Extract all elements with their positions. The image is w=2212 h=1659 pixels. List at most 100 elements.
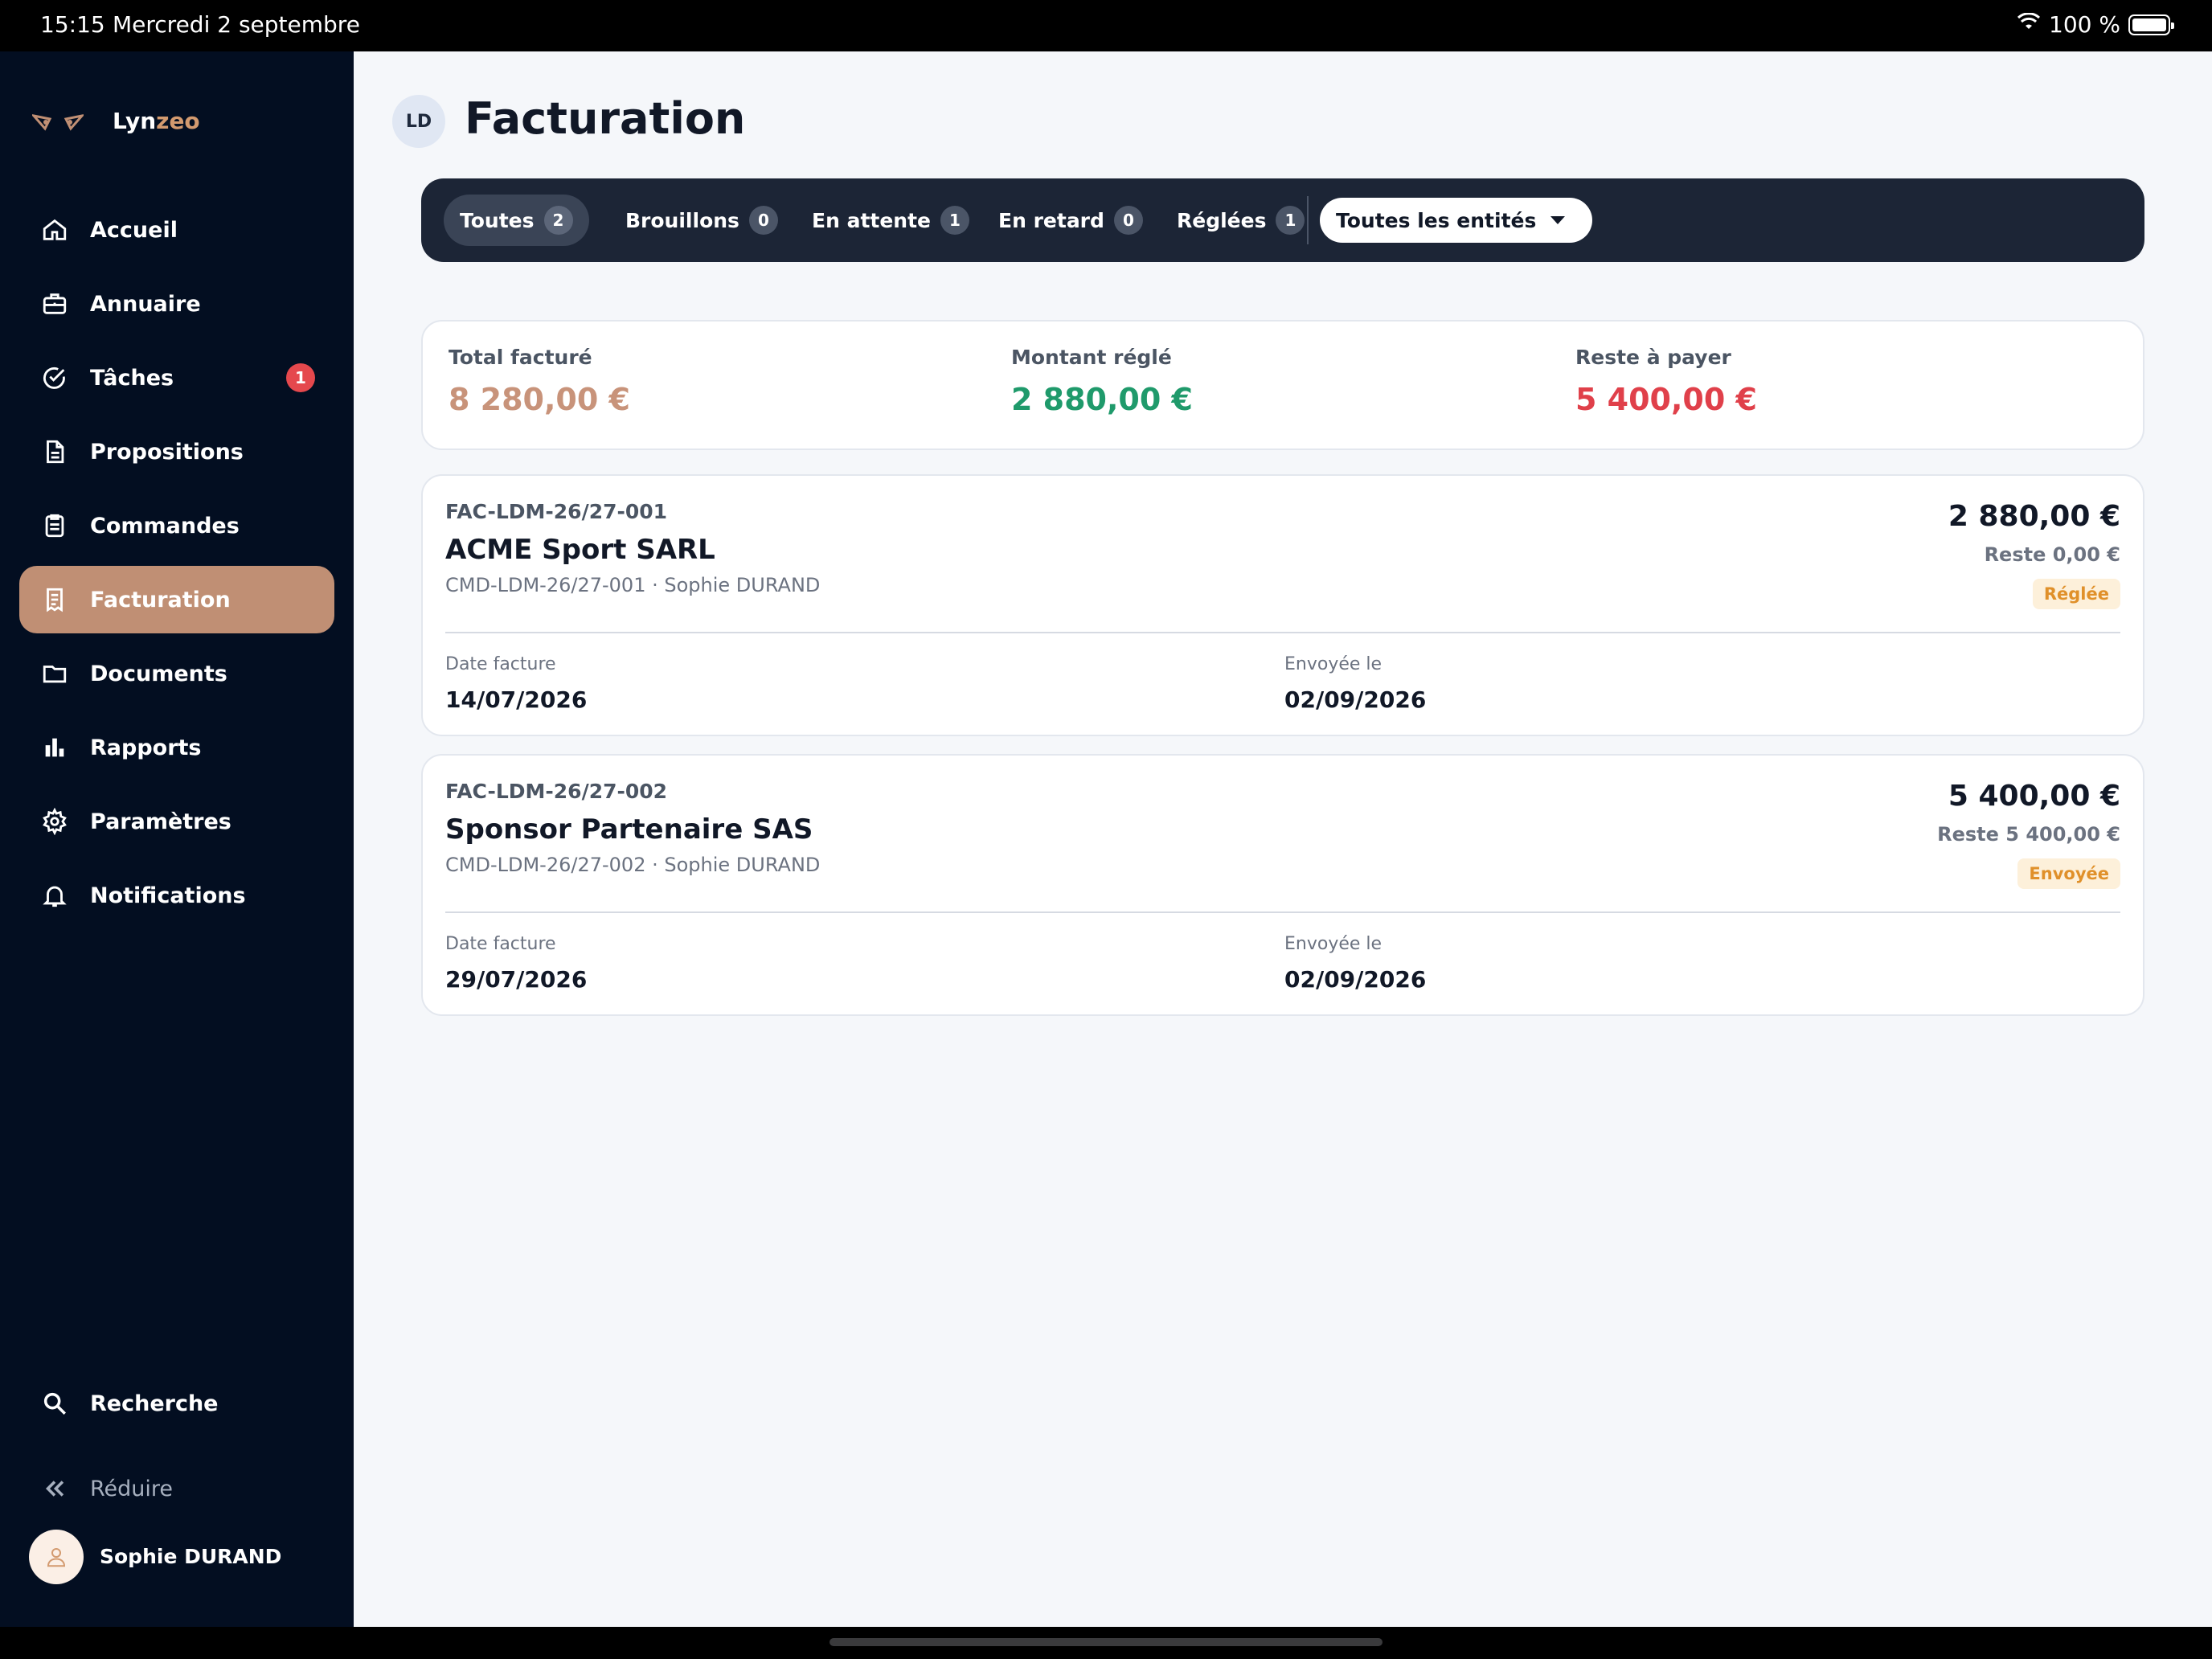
wifi-icon: [2017, 11, 2041, 38]
chip-count: 0: [748, 206, 778, 235]
chip-count: 2: [543, 206, 573, 235]
brand-logo[interactable]: Lynzeo: [30, 103, 200, 143]
sidebar-item-notifications[interactable]: Notifications: [19, 862, 334, 929]
billing-summary: Total facturé 8 280,00 € Montant réglé 2…: [421, 320, 2144, 450]
brand-name: Lynzeo: [113, 108, 200, 134]
invoice-order-ref: CMD-LDM-26/27-001 · Sophie DURAND: [445, 574, 821, 596]
invoice-card[interactable]: FAC-LDM-26/27-001 ACME Sport SARL CMD-LD…: [421, 474, 2144, 736]
invoice-remaining: Reste 5 400,00 €: [1937, 823, 2120, 846]
sidebar-item-parametres[interactable]: Paramètres: [19, 788, 334, 855]
chip-count: 1: [940, 206, 970, 235]
entity-avatar[interactable]: LD: [392, 95, 445, 148]
sidebar-item-label: Notifications: [90, 883, 246, 908]
gear-icon: [40, 807, 69, 836]
sidebar-item-facturation[interactable]: Facturation: [19, 566, 334, 633]
sidebar-item-rapports[interactable]: Rapports: [19, 714, 334, 781]
status-badge: Envoyée: [2017, 858, 2120, 889]
sidebar-item-accueil[interactable]: Accueil: [19, 196, 334, 264]
battery-icon: [2128, 14, 2174, 35]
search-icon: [40, 1389, 69, 1418]
status-right: 100 %: [2017, 11, 2174, 38]
entity-select[interactable]: Toutes les entités: [1320, 198, 1593, 243]
summary-paid-value: 2 880,00 €: [1011, 382, 1193, 417]
summary-remaining: Reste à payer 5 400,00 €: [1575, 346, 1757, 417]
invoice-sent-label: Envoyée le: [1284, 654, 1382, 674]
receipt-icon: [40, 585, 69, 614]
clipboard-icon: [40, 511, 69, 540]
page-title: Facturation: [465, 93, 746, 144]
invoice-remaining: Reste 0,00 €: [1984, 543, 2120, 566]
invoice-sent-value: 02/09/2026: [1284, 966, 1427, 993]
chip-count: 0: [1113, 206, 1143, 235]
invoice-date-label: Date facture: [445, 654, 556, 674]
bottom-bar: [0, 1627, 2212, 1659]
divider: [445, 632, 2120, 633]
divider: [445, 911, 2120, 913]
home-indicator[interactable]: [830, 1638, 1382, 1646]
invoice-client: ACME Sport SARL: [445, 534, 715, 566]
invoice-number: FAC-LDM-26/27-002: [445, 780, 668, 803]
summary-total: Total facturé 8 280,00 €: [449, 346, 630, 417]
invoice-date-value: 14/07/2026: [445, 686, 588, 713]
invoice-sent-value: 02/09/2026: [1284, 686, 1427, 713]
summary-remaining-value: 5 400,00 €: [1575, 382, 1757, 417]
sidebar-item-label: Facturation: [90, 587, 231, 612]
filter-bar: Toutes 2 Brouillons 0 En attente 1 En re…: [421, 178, 2144, 262]
owl-eyes-icon: [30, 109, 86, 137]
sidebar-item-label: Annuaire: [90, 291, 201, 317]
double-chevron-left-icon: [40, 1474, 69, 1503]
home-icon: [40, 215, 69, 244]
search-button[interactable]: Recherche: [19, 1370, 334, 1437]
sidebar-item-label: Commandes: [90, 513, 240, 539]
summary-remaining-label: Reste à payer: [1575, 346, 1731, 369]
filter-chip-en-retard[interactable]: En retard 0: [982, 195, 1159, 246]
sidebar-item-label: Rapports: [90, 735, 202, 760]
invoice-order-ref: CMD-LDM-26/27-002 · Sophie DURAND: [445, 854, 821, 876]
sidebar-item-label: Tâches: [90, 365, 174, 391]
chip-label: Brouillons: [625, 208, 739, 232]
entity-select-value: Toutes les entités: [1336, 208, 1537, 232]
summary-paid: Montant réglé 2 880,00 €: [1011, 346, 1193, 417]
filter-chip-brouillons[interactable]: Brouillons 0: [609, 195, 794, 246]
status-date: Mercredi 2 septembre: [113, 11, 360, 38]
battery-percent: 100 %: [2049, 11, 2120, 38]
user-profile[interactable]: Sophie DURAND: [29, 1529, 281, 1585]
main-content: LD Facturation Toutes 2 Brouillons 0 En …: [354, 51, 2212, 1627]
invoice-amount: 2 880,00 €: [1948, 500, 2120, 533]
filter-chip-en-attente[interactable]: En attente 1: [796, 195, 985, 246]
bar-chart-icon: [40, 733, 69, 762]
tasks-count-badge: 1: [286, 363, 315, 392]
invoice-number: FAC-LDM-26/27-001: [445, 500, 668, 523]
filter-chip-toutes[interactable]: Toutes 2: [444, 195, 589, 246]
status-badge: Réglée: [2032, 579, 2120, 609]
reduce-label: Réduire: [90, 1476, 174, 1501]
chip-label: Toutes: [460, 208, 535, 232]
filter-divider: [1307, 196, 1309, 244]
sidebar-item-propositions[interactable]: Propositions: [19, 418, 334, 485]
chip-label: En retard: [998, 208, 1104, 232]
folder-icon: [40, 659, 69, 688]
invoice-amount: 5 400,00 €: [1948, 780, 2120, 813]
sidebar-item-label: Propositions: [90, 439, 244, 465]
chip-label: Réglées: [1177, 208, 1267, 232]
search-label: Recherche: [90, 1391, 219, 1416]
invoice-sent-label: Envoyée le: [1284, 934, 1382, 954]
sidebar-item-annuaire[interactable]: Annuaire: [19, 270, 334, 338]
sidebar-item-label: Accueil: [90, 217, 178, 243]
sidebar-item-taches[interactable]: Tâches 1: [19, 344, 334, 412]
chip-label: En attente: [812, 208, 932, 232]
document-icon: [40, 437, 69, 466]
sidebar-item-documents[interactable]: Documents: [19, 640, 334, 707]
reduce-sidebar-button[interactable]: Réduire: [19, 1455, 334, 1522]
invoice-date-label: Date facture: [445, 934, 556, 954]
bell-icon: [40, 881, 69, 910]
sidebar-item-commandes[interactable]: Commandes: [19, 492, 334, 559]
chip-count: 1: [1276, 206, 1305, 235]
user-icon: [47, 1548, 66, 1567]
invoice-date-value: 29/07/2026: [445, 966, 588, 993]
summary-total-value: 8 280,00 €: [449, 382, 630, 417]
filter-chip-reglees[interactable]: Réglées 1: [1161, 195, 1321, 246]
summary-total-label: Total facturé: [449, 346, 592, 369]
invoice-card[interactable]: FAC-LDM-26/27-002 Sponsor Partenaire SAS…: [421, 754, 2144, 1016]
summary-paid-label: Montant réglé: [1011, 346, 1172, 369]
